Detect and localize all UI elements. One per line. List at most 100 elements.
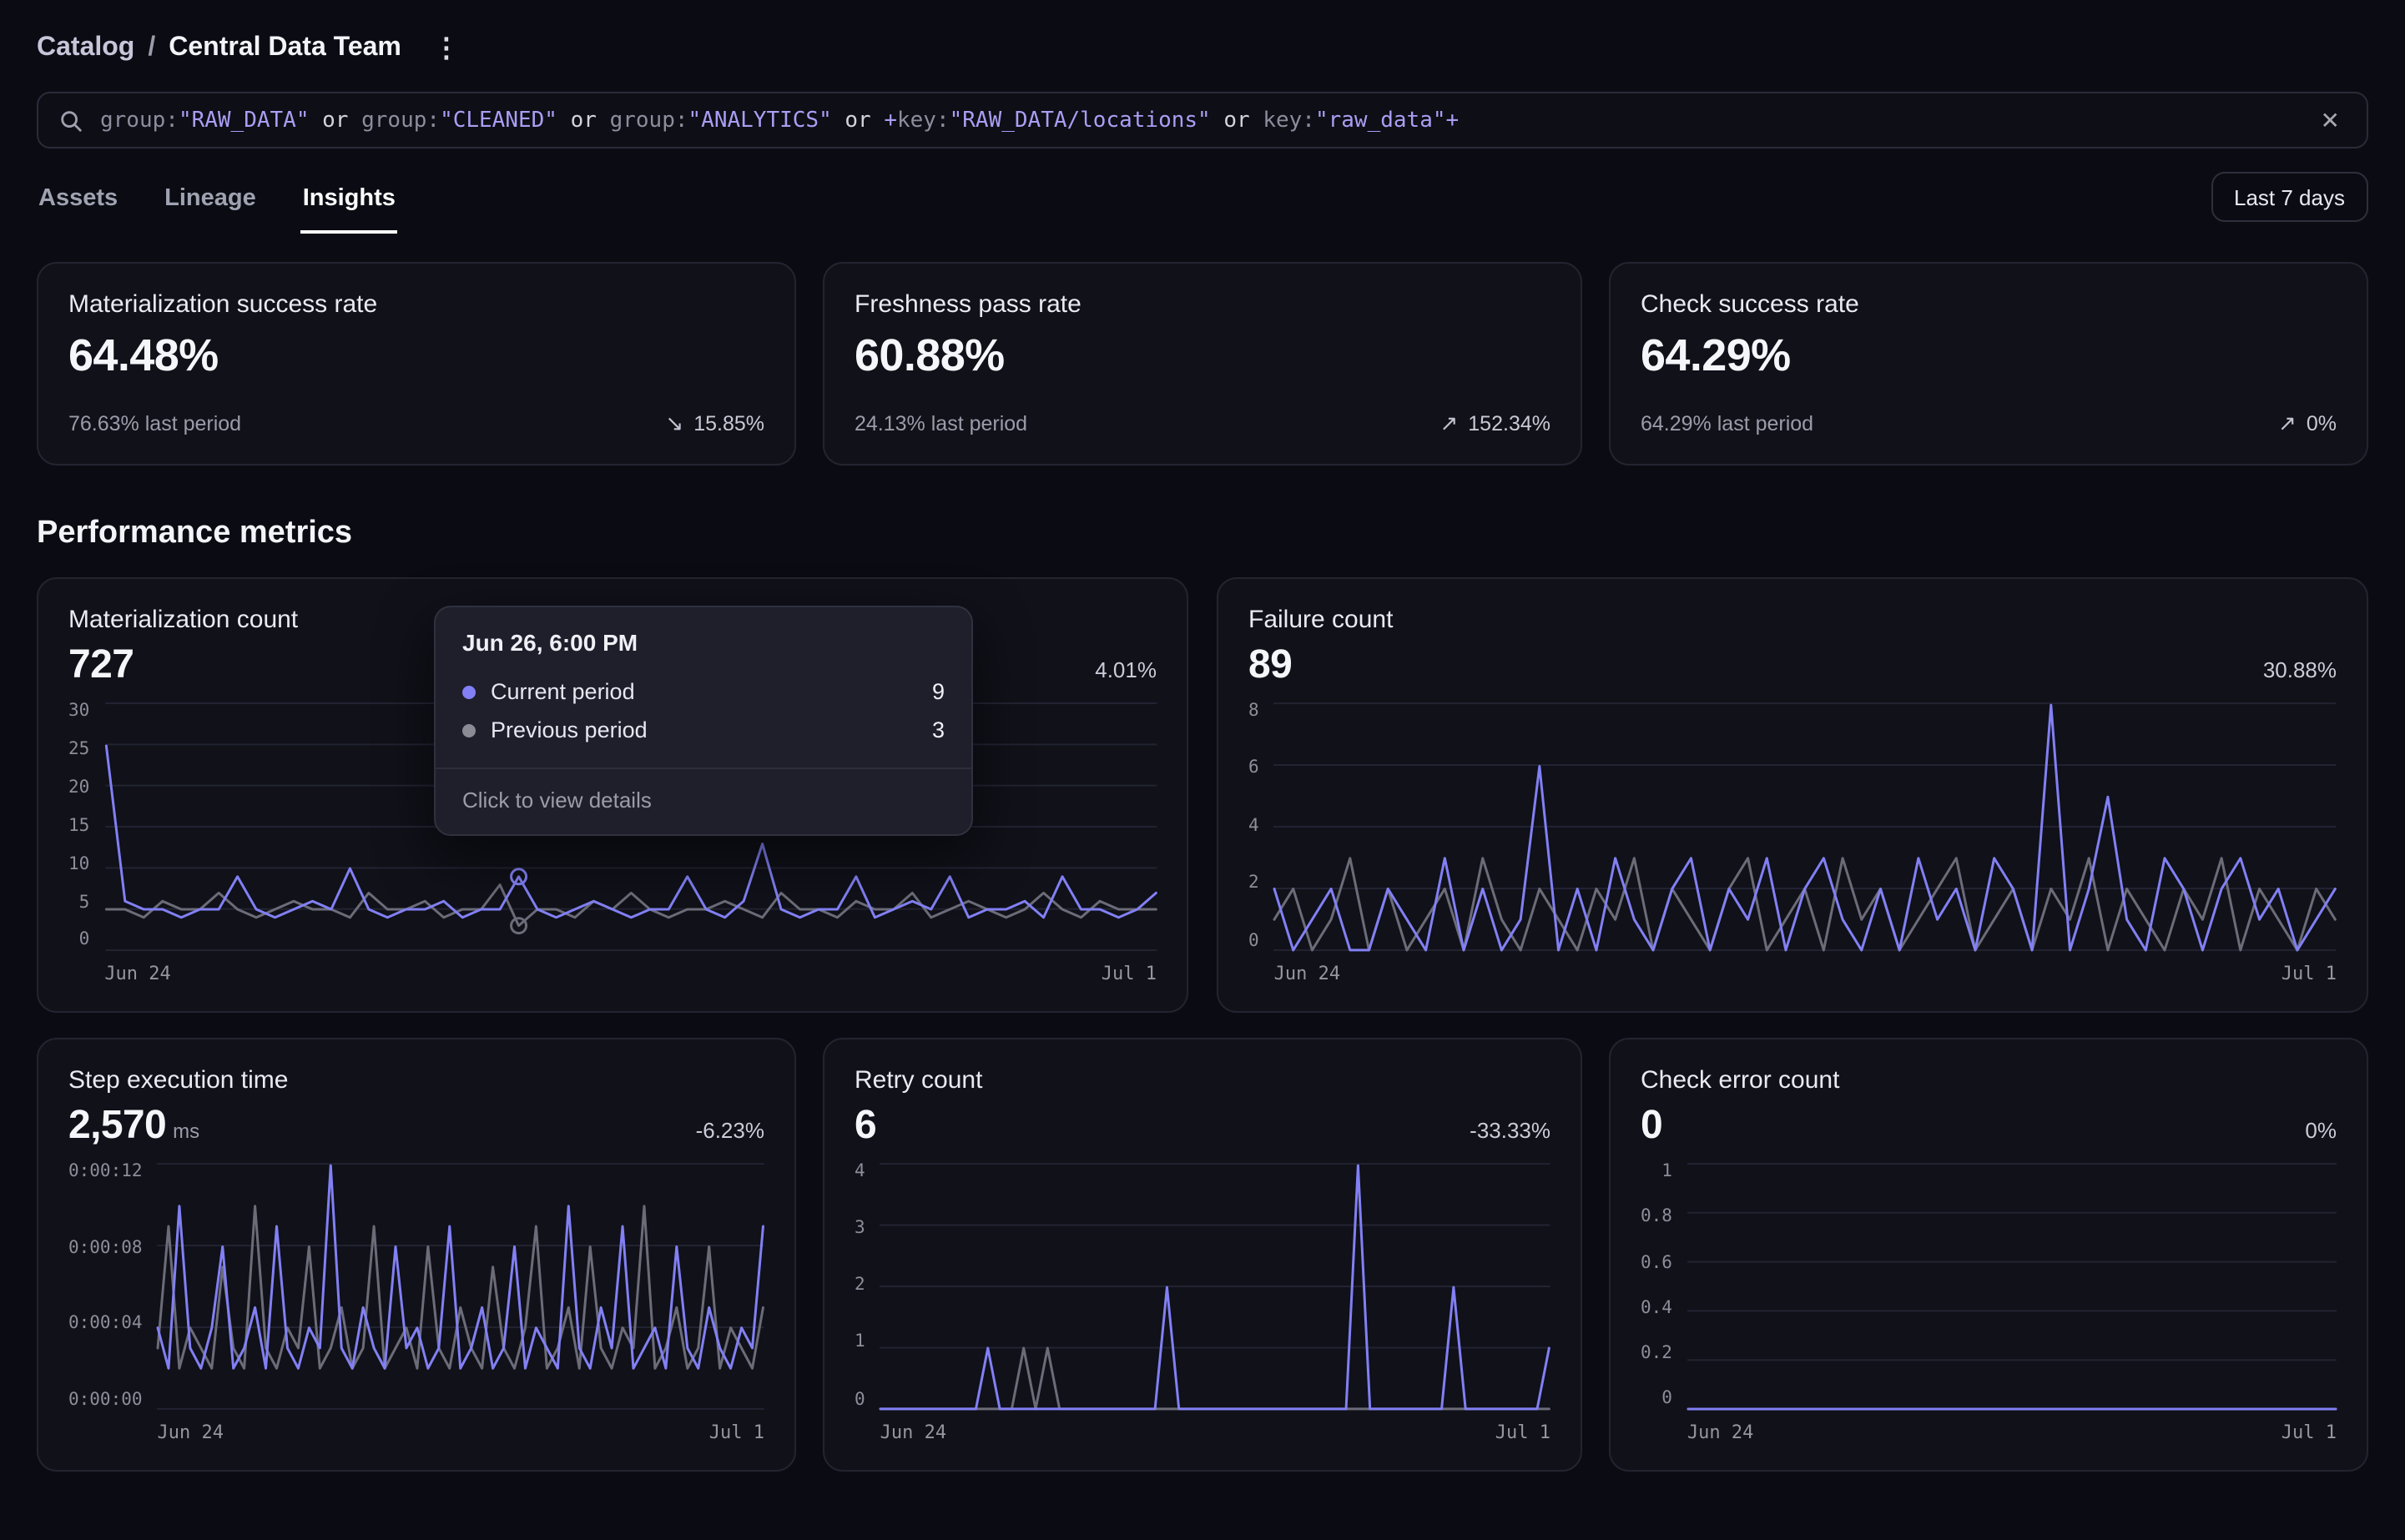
line-chart-svg [1274,702,2337,951]
x-axis: Jun 24 Jul 1 [1274,963,2337,984]
x-axis-label: Jul 1 [709,1422,764,1443]
summary-card-freshness-pass-rate: Freshness pass rate 60.88% 24.13% last p… [823,262,1582,466]
line-chart-svg [880,1163,1550,1410]
summary-card-value: 64.48% [68,330,764,382]
tooltip-title: Jun 26, 6:00 PM [436,607,971,672]
tooltip-row-previous: Previous period 3 [436,711,971,749]
search-token-field: group: [100,108,179,133]
search-icon [58,108,83,133]
chart-title: Retry count [855,1066,1550,1095]
y-axis-label: 0:00:00 [68,1391,143,1408]
y-axis-label: 1 [1661,1163,1672,1180]
tooltip-row-label: Previous period [491,717,648,742]
chart-unit: ms [173,1120,199,1143]
line-chart-plot[interactable] [1687,1163,2337,1410]
chart-delta: 30.88% [2263,657,2337,682]
tooltip-row-value: 3 [932,717,945,742]
tab-lineage[interactable]: Lineage [163,175,258,234]
search-input[interactable]: group:"RAW_DATA" or group:"CLEANED" or g… [37,92,2368,148]
x-axis: Jun 24 Jul 1 [104,963,1157,984]
chart-card-step-execution-time: Step execution time 2,570ms -6.23% 0:00:… [37,1038,796,1472]
tab-assets[interactable]: Assets [37,175,119,234]
chart-title: Step execution time [68,1066,764,1095]
y-axis-label: 5 [79,893,90,911]
breadcrumb-current: Central Data Team [169,33,401,63]
x-axis-label: Jun 24 [104,963,171,984]
chart-value: 6 [855,1103,876,1150]
search-token-plus: + [884,108,897,133]
delta-value: 0% [2307,412,2337,435]
summary-card-title: Freshness pass rate [855,290,1550,319]
search-token-field: group: [361,108,440,133]
search-token-string: "CLEANED" [440,108,557,133]
tab-insights[interactable]: Insights [301,175,397,234]
y-axis-label: 25 [68,741,89,758]
chart-title: Failure count [1248,606,2337,634]
search-token-string: "raw_data" [1315,108,1446,133]
y-axis-label: 0 [855,1391,865,1408]
chart-card-retry-count: Retry count 6 -33.33% 43210 Jun 24 Jul 1 [823,1038,1582,1472]
search-token-op: or [1211,108,1263,133]
summary-card-subtext: 64.29% last period [1641,412,1813,435]
delta-value: 15.85% [693,412,764,435]
x-axis-label: Jun 24 [880,1422,947,1443]
search-token-op: or [557,108,610,133]
search-token-string: "RAW_DATA/locations" [950,108,1211,133]
breadcrumb-catalog-link[interactable]: Catalog [37,33,134,63]
x-axis-label: Jun 24 [158,1422,224,1443]
y-axis-label: 1 [855,1334,865,1351]
trend-up-icon: ↗ [2278,410,2297,437]
line-chart-plot[interactable] [1274,702,2337,951]
search-token-field: key: [1263,108,1315,133]
y-axis-label: 0 [1661,1391,1672,1408]
y-axis-label: 15 [68,817,89,834]
chart-delta: -33.33% [1470,1118,1550,1143]
y-axis: 302520151050 [68,702,89,951]
chart-value: 0 [1641,1103,1662,1150]
y-axis-label: 0.2 [1641,1345,1672,1362]
summary-card-materialization-success-rate: Materialization success rate 64.48% 76.6… [37,262,796,466]
summary-cards: Materialization success rate 64.48% 76.6… [37,262,2368,466]
y-axis-label: 0 [1248,932,1259,949]
y-axis-label: 10 [68,855,89,873]
search-token-string: "RAW_DATA" [179,108,310,133]
breadcrumb: Catalog / Central Data Team ⋮ [37,27,2368,70]
y-axis-label: 30 [68,702,89,720]
chart-card-check-error-count: Check error count 0 0% 10.80.60.40.20 Ju… [1609,1038,2368,1472]
delta-value: 152.34% [1468,412,1550,435]
summary-card-value: 60.88% [855,330,1550,382]
summary-card-check-success-rate: Check success rate 64.29% 64.29% last pe… [1609,262,2368,466]
trend-down-icon: ↘ [665,410,683,437]
chart-delta: 0% [2305,1118,2337,1143]
y-axis-label: 4 [1248,818,1259,835]
y-axis-label: 0 [79,932,90,949]
charts-row-2: Step execution time 2,570ms -6.23% 0:00:… [37,1038,2368,1472]
tooltip-row-label: Current period [491,679,635,704]
summary-card-delta: ↗ 0% [2278,410,2337,437]
tooltip-row-current: Current period 9 [436,672,971,711]
line-chart-plot[interactable] [880,1163,1550,1410]
time-range-button[interactable]: Last 7 days [2211,172,2368,222]
y-axis-label: 0.6 [1641,1254,1672,1271]
previous-period-dot-icon [462,723,476,737]
x-axis: Jun 24 Jul 1 [1687,1422,2337,1443]
y-axis-label: 4 [855,1163,865,1180]
summary-card-title: Materialization success rate [68,290,764,319]
x-axis-label: Jul 1 [1495,1422,1550,1443]
trend-up-icon: ↗ [1439,410,1458,437]
x-axis: Jun 24 Jul 1 [880,1422,1550,1443]
chart-value: 727 [68,642,134,689]
summary-card-subtext: 24.13% last period [855,412,1027,435]
line-chart-svg [1687,1163,2337,1410]
kebab-menu-icon[interactable]: ⋮ [425,30,470,67]
insights-page: Catalog / Central Data Team ⋮ group:"RAW… [0,0,2405,1540]
summary-card-subtext: 76.63% last period [68,412,241,435]
summary-card-value: 64.29% [1641,330,2337,382]
clear-search-icon[interactable]: ✕ [2314,103,2347,138]
line-chart-plot[interactable] [158,1163,764,1410]
summary-card-delta: ↘ 15.85% [665,410,764,437]
chart-value: 2,570ms [68,1103,199,1150]
x-axis-label: Jul 1 [2281,963,2337,984]
chart-delta: 4.01% [1095,657,1157,682]
y-axis: 0:00:120:00:080:00:040:00:00 [68,1163,143,1410]
